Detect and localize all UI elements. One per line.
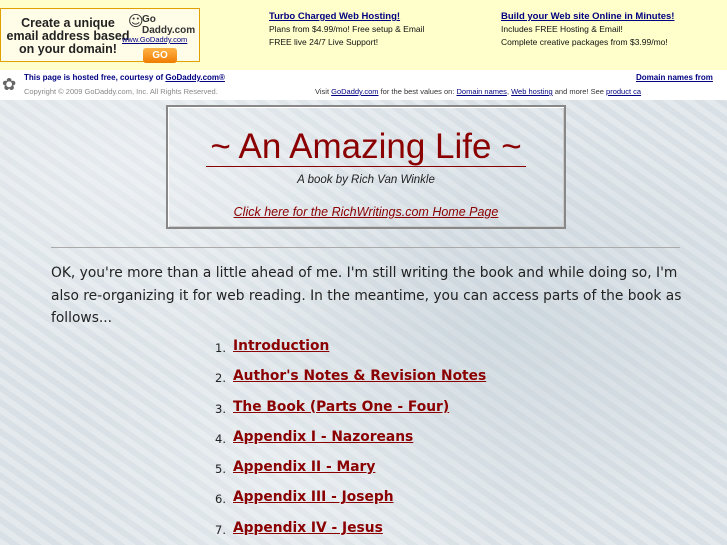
toc-item: 6. Appendix III - Joseph	[195, 488, 515, 518]
intro-paragraph: OK, you're more than a little ahead of m…	[51, 265, 682, 326]
horizontal-rule	[51, 247, 680, 248]
toc-number: 5.	[215, 462, 226, 477]
website-builder-ad-line1: Includes FREE Hosting & Email!	[501, 24, 623, 34]
domain-names-link-2[interactable]: Domain names	[456, 87, 506, 96]
toc-link-introduction[interactable]: Introduction	[233, 338, 329, 354]
toc-link-authors-notes[interactable]: Author's Notes & Revision Notes	[233, 368, 486, 384]
web-hosting-link[interactable]: Web hosting	[511, 87, 553, 96]
godaddy-logo-text: Go Daddy.com	[142, 14, 196, 36]
godaddy-mascot-icon: ✿	[2, 75, 17, 95]
godaddy-url-link[interactable]: www.GoDaddy.com	[122, 35, 187, 44]
toc-item: 2. Author's Notes & Revision Notes	[195, 367, 515, 397]
godaddy-host-link[interactable]: GoDaddy.com®	[165, 73, 225, 82]
home-page-link[interactable]: Click here for the RichWritings.com Home…	[168, 205, 564, 219]
copyright-text: Copyright © 2009 GoDaddy.com, Inc. All R…	[24, 87, 218, 96]
hosting-ad-link[interactable]: Turbo Charged Web Hosting!	[269, 10, 424, 23]
hosting-ad-line2: FREE live 24/7 Live Support!	[269, 37, 379, 47]
toc-link-the-book[interactable]: The Book (Parts One - Four)	[233, 399, 449, 415]
hosted-by-text: This page is hosted free, courtesy of Go…	[24, 73, 225, 82]
visit-suffix: and more! See	[552, 87, 607, 96]
website-builder-ad-line2: Complete creative packages from $3.99/mo…	[501, 37, 668, 47]
go-button[interactable]: GO	[143, 48, 177, 63]
visit-godaddy-text: Visit GoDaddy.com for the best values on…	[315, 87, 641, 96]
page-title: ~ An Amazing Life ~	[168, 127, 564, 167]
toc-number: 7.	[215, 522, 226, 537]
toc-item: 1. Introduction	[195, 337, 515, 367]
book-byline: A book by Rich Van Winkle	[297, 174, 435, 186]
email-ad-box[interactable]: Create a unique email address based on y…	[0, 8, 200, 63]
hosted-by-bar: ✿ This page is hosted free, courtesy of …	[0, 70, 727, 100]
toc-item: 7. Appendix IV - Jesus	[195, 519, 515, 545]
godaddy-logo[interactable]: ☺ Go Daddy.com	[128, 12, 196, 36]
toc-number: 3.	[215, 401, 226, 416]
hosting-ad-line1: Plans from $4.99/mo! Free setup & Email	[269, 24, 425, 34]
toc-item: 3. The Book (Parts One - Four)	[195, 398, 515, 428]
domain-names-link[interactable]: Domain names from	[636, 73, 713, 82]
website-builder-ad-link[interactable]: Build your Web site Online in Minutes!	[501, 10, 674, 23]
hosted-by-prefix: This page is hosted free, courtesy of	[24, 73, 166, 82]
toc-link-appendix-2[interactable]: Appendix II - Mary	[233, 459, 375, 475]
website-builder-ad: Build your Web site Online in Minutes! I…	[501, 10, 674, 49]
toc-link-appendix-4[interactable]: Appendix IV - Jesus	[233, 520, 383, 536]
table-of-contents: 1. Introduction 2. Author's Notes & Revisi…	[195, 337, 515, 545]
toc-item: 5. Appendix II - Mary	[195, 458, 515, 488]
visit-mid: for the best values on:	[378, 87, 457, 96]
toc-number: 4.	[215, 431, 226, 446]
toc-item: 4. Appendix I - Nazoreans	[195, 428, 515, 458]
toc-number: 6.	[215, 492, 226, 507]
hosting-ad: Turbo Charged Web Hosting! Plans from $4…	[269, 10, 424, 49]
visit-prefix: Visit	[315, 87, 332, 96]
page-title-text: ~ An Amazing Life ~	[206, 127, 526, 167]
title-box: ~ An Amazing Life ~ A book by Rich Van W…	[166, 105, 566, 229]
ad-banner: Create a unique email address based on y…	[0, 0, 727, 70]
email-ad-text[interactable]: Create a unique email address based on y…	[5, 17, 131, 56]
toc-number: 1.	[215, 341, 226, 355]
toc-link-appendix-3[interactable]: Appendix III - Joseph	[233, 489, 394, 505]
visit-godaddy-link[interactable]: GoDaddy.com	[331, 87, 378, 96]
product-catalog-link[interactable]: product ca	[606, 87, 641, 96]
toc-number: 2.	[215, 371, 226, 386]
toc-link-appendix-1[interactable]: Appendix I - Nazoreans	[233, 429, 413, 445]
